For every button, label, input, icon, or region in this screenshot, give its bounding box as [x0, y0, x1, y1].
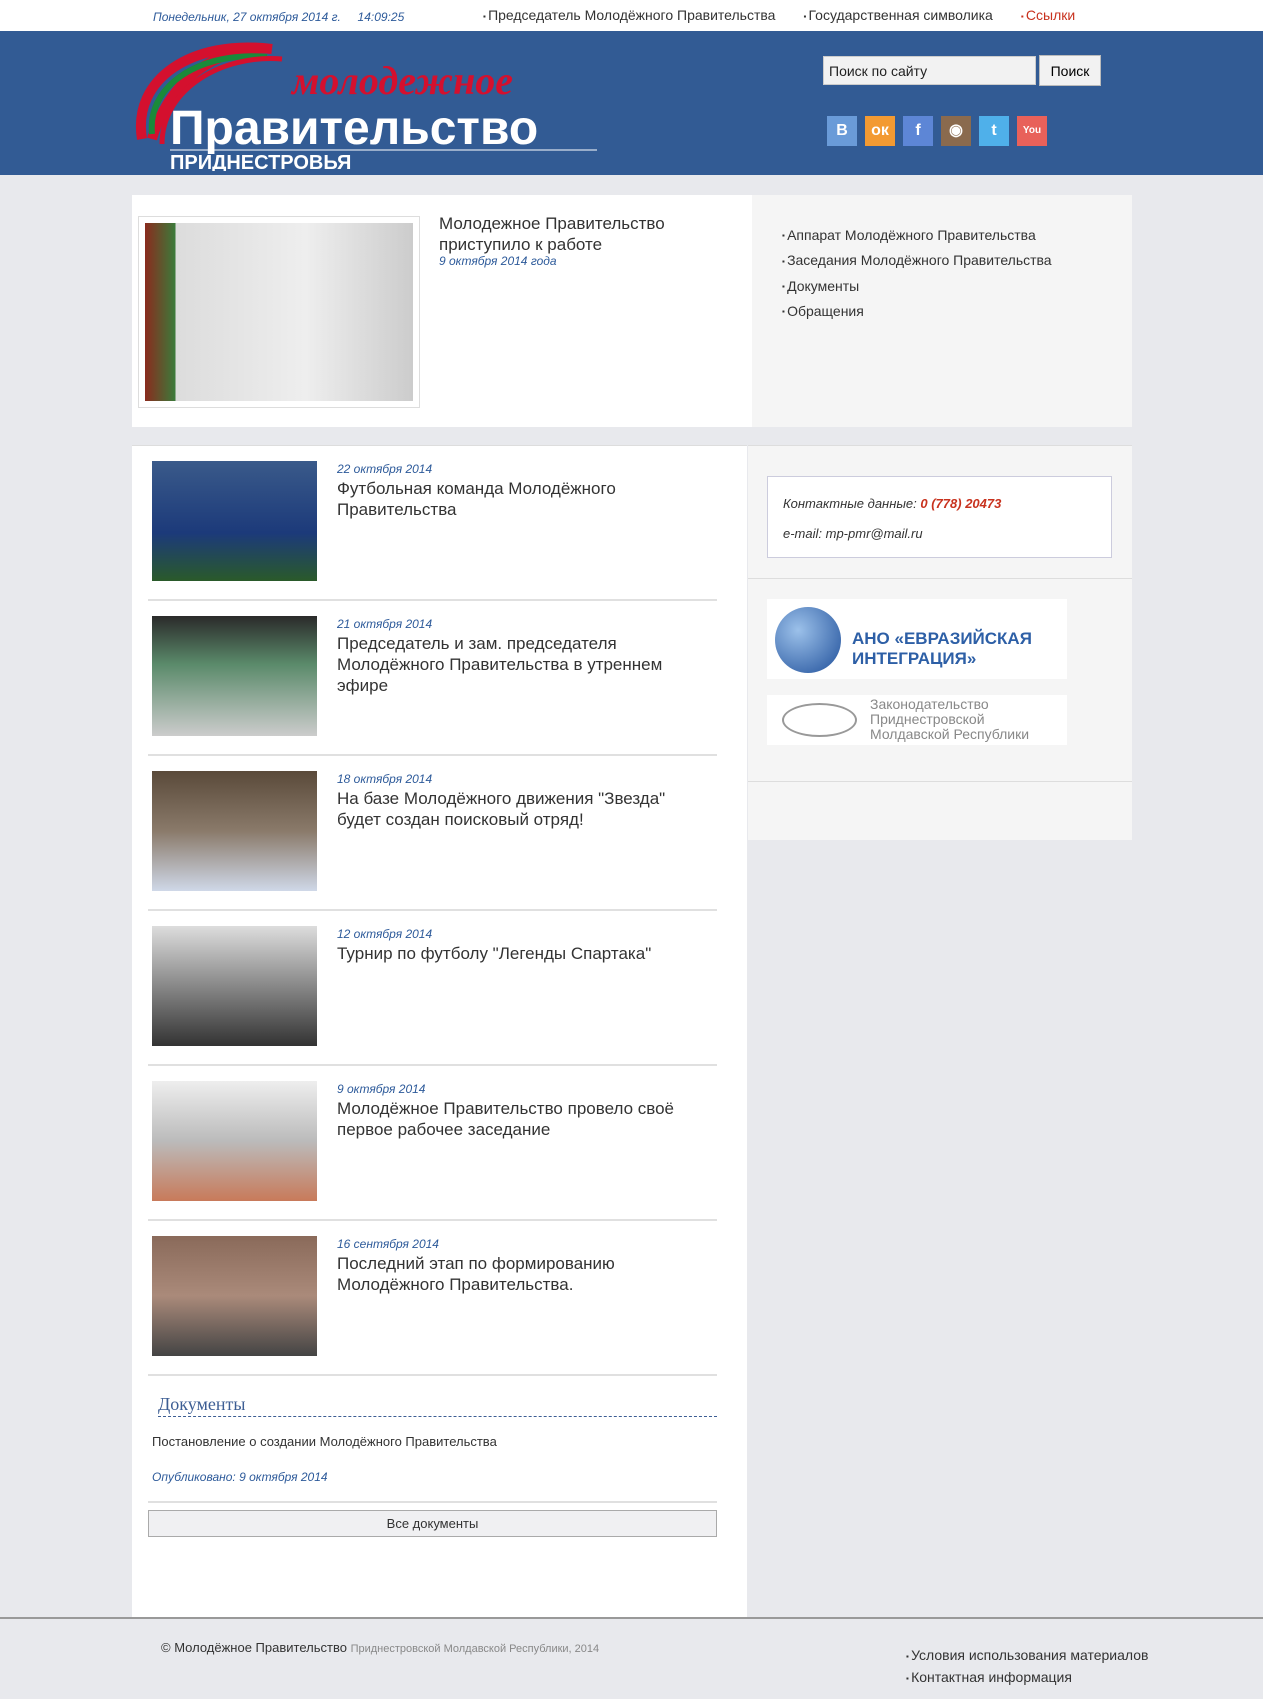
time: 14:09:25 [357, 10, 405, 24]
link-chairman[interactable]: Председатель Молодёжного Правительства [483, 7, 775, 23]
news-title[interactable]: Футбольная команда Молодёжного Правитель… [337, 478, 707, 520]
news-title[interactable]: На базе Молодёжного движения "Звезда" бу… [337, 788, 707, 830]
news-title[interactable]: Председатель и зам. председателя Молодёж… [337, 633, 707, 696]
top-bar: Понедельник, 27 октября 2014 г. 14:09:25… [0, 0, 1263, 31]
divider [748, 578, 1132, 579]
banner-text: Законодательство Приднестровской Молдавс… [870, 696, 1030, 742]
divider [748, 781, 1132, 782]
svg-text:молодежное: молодежное [290, 58, 513, 103]
legislation-logo-icon [782, 703, 857, 737]
facebook-icon[interactable]: f [903, 116, 933, 146]
news-item[interactable]: 16 сентября 2014 Последний этап по форми… [148, 1221, 717, 1376]
featured-title[interactable]: Молодежное Правительство приступило к ра… [439, 213, 699, 255]
vk-icon[interactable]: B [827, 116, 857, 146]
document-link[interactable]: Постановление о создании Молодёжного Пра… [152, 1434, 497, 1449]
globe-icon [775, 607, 841, 673]
sidebar: Контактные данные: 0 (778) 20473 e-mail:… [748, 445, 1132, 840]
footer-link-contacts[interactable]: Контактная информация [906, 1667, 1148, 1689]
news-thumbnail[interactable] [152, 1236, 317, 1356]
menu-item-apparatus[interactable]: Аппарат Молодёжного Правительства [782, 223, 1132, 248]
link-state-symbols[interactable]: Государственная символика [803, 7, 993, 23]
news-thumbnail[interactable] [152, 926, 317, 1046]
copyright-main: © Молодёжное Правительство [161, 1640, 347, 1655]
copyright-rest: Приднестровской Молдавской Республики, 2… [350, 1643, 600, 1655]
news-item[interactable]: 22 октября 2014 Футбольная команда Молод… [148, 446, 717, 601]
date-time: Понедельник, 27 октября 2014 г. 14:09:25 [153, 10, 404, 24]
banner-text: АНО «ЕВРАЗИЙСКАЯ ИНТЕГРАЦИЯ» [852, 629, 1032, 668]
news-date: 18 октября 2014 [337, 772, 433, 786]
svg-text:ПРИДНЕСТРОВЬЯ: ПРИДНЕСТРОВЬЯ [170, 152, 351, 171]
date: Понедельник, 27 октября 2014 г. [153, 10, 341, 24]
copyright: © Молодёжное Правительство Приднестровск… [161, 1640, 599, 1655]
contact-email[interactable]: e-mail: mp-pmr@mail.ru [783, 519, 1096, 549]
contact-box: Контактные данные: 0 (778) 20473 e-mail:… [767, 476, 1112, 558]
site-logo[interactable]: молодежное Правительство ПРИДНЕСТРОВЬЯ [132, 39, 602, 174]
news-date: 12 октября 2014 [337, 927, 433, 941]
twitter-icon[interactable]: t [979, 116, 1009, 146]
news-date: 9 октября 2014 [337, 1082, 426, 1096]
contact-phone: 0 (778) 20473 [920, 496, 1002, 511]
social-links: Bок f ◉ t You [827, 116, 1047, 146]
news-thumbnail[interactable] [152, 1081, 317, 1201]
news-title[interactable]: Молодёжное Правительство провело своё пе… [337, 1098, 707, 1140]
contact-label: Контактные данные: [783, 496, 917, 511]
news-item[interactable]: 9 октября 2014 Молодёжное Правительство … [148, 1066, 717, 1221]
menu-item-documents[interactable]: Документы [782, 274, 1132, 299]
news-title[interactable]: Последний этап по формированию Молодёжно… [337, 1253, 707, 1295]
featured-section: Молодежное Правительство приступило к ра… [132, 195, 1132, 427]
featured-date: 9 октября 2014 года [439, 254, 557, 268]
link-links[interactable]: Ссылки [1021, 7, 1075, 23]
news-item[interactable]: 21 октября 2014 Председатель и зам. пред… [148, 601, 717, 756]
featured-photo[interactable] [138, 216, 420, 408]
news-thumbnail[interactable] [152, 461, 317, 581]
svg-text:Правительство: Правительство [170, 102, 538, 155]
banner-eurasian-integration[interactable]: АНО «ЕВРАЗИЙСКАЯ ИНТЕГРАЦИЯ» [767, 599, 1067, 679]
documents-heading: Документы [158, 1394, 717, 1417]
news-date: 22 октября 2014 [337, 462, 433, 476]
news-thumbnail[interactable] [152, 771, 317, 891]
youtube-icon[interactable]: You [1017, 116, 1047, 146]
footer-link-terms[interactable]: Условия использования материалов [906, 1645, 1148, 1667]
menu-item-meetings[interactable]: Заседания Молодёжного Правительства [782, 248, 1132, 273]
side-menu: Аппарат Молодёжного Правительства Заседа… [752, 195, 1132, 427]
document-date: Опубликовано: 9 октября 2014 [152, 1470, 328, 1484]
instagram-icon[interactable]: ◉ [941, 116, 971, 146]
news-date: 16 сентября 2014 [337, 1237, 439, 1251]
news-thumbnail[interactable] [152, 616, 317, 736]
footer: © Молодёжное Правительство Приднестровск… [0, 1617, 1263, 1699]
header: молодежное Правительство ПРИДНЕСТРОВЬЯ П… [0, 31, 1263, 175]
news-column: 22 октября 2014 Футбольная команда Молод… [132, 445, 747, 1617]
banner-legislation[interactable]: Законодательство Приднестровской Молдавс… [767, 695, 1067, 745]
news-date: 21 октября 2014 [337, 617, 433, 631]
search-button[interactable]: Поиск [1039, 55, 1101, 86]
menu-item-appeals[interactable]: Обращения [782, 299, 1132, 324]
news-item[interactable]: 12 октября 2014 Турнир по футболу "Леген… [148, 911, 717, 1066]
news-item[interactable]: 18 октября 2014 На базе Молодёжного движ… [148, 756, 717, 911]
news-title[interactable]: Турнир по футболу "Легенды Спартака" [337, 943, 707, 964]
all-documents-button[interactable]: Все документы [148, 1510, 717, 1537]
search-input[interactable] [823, 56, 1036, 85]
divider [148, 1501, 717, 1503]
odnoklassniki-icon[interactable]: ок [865, 116, 895, 146]
